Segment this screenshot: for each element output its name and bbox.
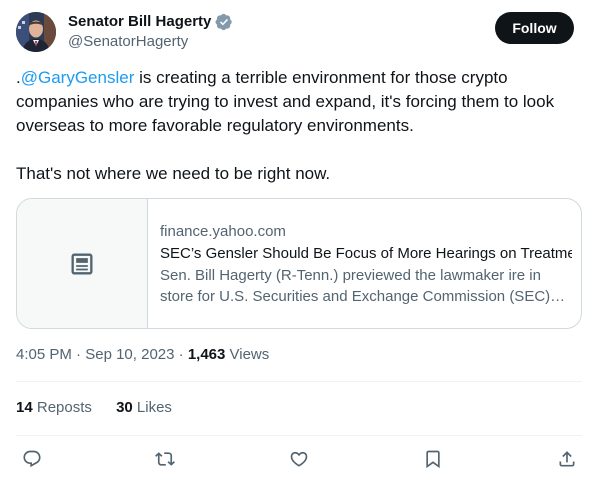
like-icon	[290, 451, 308, 467]
tweet-time[interactable]: 4:05 PM	[16, 346, 72, 363]
likes-label: Likes	[132, 399, 172, 416]
mention-link[interactable]: @GaryGensler	[21, 68, 135, 87]
likes-count: 30	[116, 399, 133, 416]
meta-separator: ·	[71, 346, 86, 363]
author-handle[interactable]: @SenatorHagerty	[68, 32, 188, 52]
link-card-thumbnail	[17, 199, 148, 328]
repost-button[interactable]	[153, 447, 177, 471]
share-button[interactable]	[555, 447, 579, 471]
tweet-stats: 14 Reposts 30 Likes	[16, 398, 192, 418]
share-icon	[559, 451, 575, 467]
repost-icon	[155, 452, 175, 466]
reply-icon	[23, 450, 41, 468]
bookmark-button[interactable]	[421, 447, 445, 471]
tweet-date[interactable]: Sep 10, 2023	[85, 346, 174, 363]
author-avatar[interactable]	[16, 12, 56, 52]
link-card[interactable]: finance.yahoo.com SEC’s Gensler Should B…	[16, 198, 582, 329]
verified-badge-icon	[215, 13, 233, 31]
likes-stat[interactable]: 30 Likes	[116, 399, 172, 416]
divider	[16, 435, 582, 436]
tweet-paragraph-2: That's not where we need to be right now…	[16, 164, 331, 183]
tweet-paragraph-1: .@GaryGensler is creating a terrible env…	[16, 66, 582, 138]
tweet-meta: 4:05 PM · Sep 10, 2023 · 1,463 Views	[16, 345, 269, 365]
link-card-body: finance.yahoo.com SEC’s Gensler Should B…	[160, 199, 572, 328]
meta-separator: ·	[174, 346, 188, 363]
bookmark-icon	[426, 450, 440, 469]
tweet-text: .@GaryGensler is creating a terrible env…	[16, 66, 582, 186]
reposts-stat[interactable]: 14 Reposts	[16, 399, 92, 416]
divider	[16, 381, 582, 382]
tweet: Senator Bill Hagerty @SenatorHagerty Fol…	[0, 0, 598, 483]
reposts-label: Reposts	[32, 399, 92, 416]
views-count: 1,463	[187, 346, 226, 363]
link-card-title: SEC’s Gensler Should Be Focus of More He…	[160, 245, 572, 262]
follow-button[interactable]: Follow	[495, 12, 574, 44]
author-name[interactable]: Senator Bill Hagerty	[68, 12, 211, 32]
article-icon	[71, 253, 93, 274]
like-button[interactable]	[287, 447, 311, 471]
reply-button[interactable]	[20, 447, 44, 471]
reposts-count: 14	[16, 399, 33, 416]
avatar-image	[16, 12, 56, 52]
link-card-domain: finance.yahoo.com	[160, 223, 286, 240]
views-label: Views	[225, 346, 270, 363]
link-card-description: Sen. Bill Hagerty (R-Tenn.) previewed th…	[160, 267, 551, 305]
